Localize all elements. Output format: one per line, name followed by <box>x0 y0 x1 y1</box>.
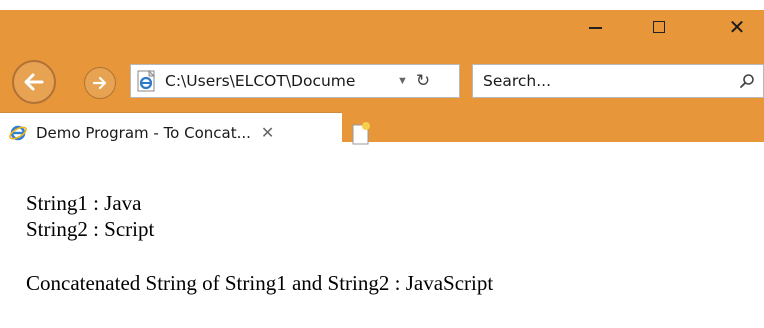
tab-close-icon[interactable]: ✕ <box>261 123 274 143</box>
ie-logo-icon <box>9 125 27 140</box>
minimize-button[interactable] <box>572 10 618 44</box>
string2-line: String2 : Script <box>26 217 155 241</box>
maximize-button[interactable] <box>636 10 682 44</box>
back-button[interactable] <box>12 60 56 104</box>
minimize-icon <box>588 27 602 29</box>
new-tab-button[interactable] <box>346 118 376 148</box>
new-tab-icon <box>352 122 370 145</box>
forward-button[interactable] <box>84 67 116 99</box>
search-box[interactable]: Search... <box>472 64 764 98</box>
address-bar[interactable]: C:\Users\ELCOT\Docume ▼ ↻ <box>130 64 460 98</box>
ie-page-icon <box>137 70 156 92</box>
close-icon: ✕ <box>728 16 746 39</box>
arrow-right-icon <box>92 76 107 90</box>
search-input[interactable]: Search... <box>483 72 739 90</box>
address-text[interactable]: C:\Users\ELCOT\Docume <box>165 72 385 90</box>
refresh-icon[interactable]: ↻ <box>416 71 430 91</box>
maximize-icon <box>653 21 665 33</box>
concatenated-line: Concatenated String of String1 and Strin… <box>26 271 494 295</box>
close-window-button[interactable]: ✕ <box>714 10 760 44</box>
tab-active[interactable]: Demo Program - To Concat... ✕ <box>0 112 342 152</box>
search-icon[interactable] <box>739 73 755 89</box>
browser-chrome: ✕ C:\Users\ELCOT\Docume ▼ ↻ Search... De… <box>0 10 764 152</box>
tab-label: Demo Program - To Concat... <box>36 123 251 142</box>
string1-line: String1 : Java <box>26 191 142 215</box>
chevron-down-icon[interactable]: ▼ <box>397 75 408 87</box>
page-content: String1 : Java String2 : Script Concaten… <box>26 190 493 296</box>
arrow-left-icon <box>24 73 44 91</box>
